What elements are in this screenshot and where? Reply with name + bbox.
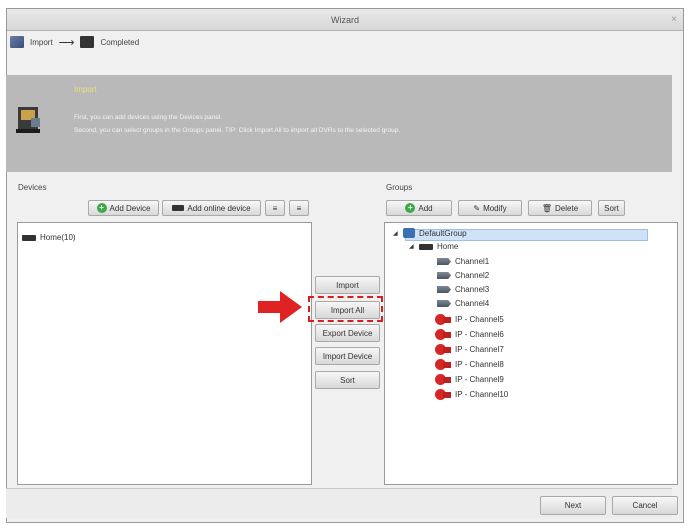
camera-icon xyxy=(437,258,451,265)
tree-node-ip-channel[interactable]: IP - Channel7 xyxy=(435,344,504,355)
list-item[interactable]: Home(10) xyxy=(22,233,76,242)
groups-label: Groups xyxy=(386,183,413,192)
channel-label: Channel4 xyxy=(455,299,490,308)
add-group-button[interactable]: + Add xyxy=(386,200,452,216)
ip-camera-icon xyxy=(435,344,451,355)
ip-camera-icon xyxy=(435,359,451,370)
banner-line-1: First, you can add devices using the Dev… xyxy=(74,114,223,121)
add-device-button[interactable]: + Add Device xyxy=(88,200,159,216)
add-device-label: Add Device xyxy=(109,203,151,213)
add-icon: + xyxy=(405,203,416,213)
camera-icon xyxy=(437,300,451,307)
channel-label: Channel3 xyxy=(455,285,490,294)
dvr-device-icon xyxy=(22,234,36,241)
banner-title: Import xyxy=(74,85,97,94)
close-icon[interactable]: × xyxy=(671,9,677,31)
tree-node-ip-channel[interactable]: IP - Channel8 xyxy=(435,359,504,370)
tree-node-channel[interactable]: Channel1 xyxy=(437,257,489,266)
filter-button[interactable]: ≡ xyxy=(265,200,285,216)
tree-node-ip-channel[interactable]: IP - Channel10 xyxy=(435,389,508,400)
modify-button[interactable]: ✎ Modify xyxy=(458,200,522,216)
title-bar: Wizard × xyxy=(7,9,683,31)
tree-node-default-group[interactable]: ◢ DefaultGroup xyxy=(393,228,467,238)
devices-panel[interactable]: Home(10) xyxy=(17,222,312,485)
cancel-button[interactable]: Cancel xyxy=(612,496,678,515)
dvr-device-icon xyxy=(419,243,433,250)
group-root-label: DefaultGroup xyxy=(419,228,467,238)
wizard-icon xyxy=(16,107,40,133)
groups-panel[interactable]: ◢ DefaultGroup ◢ Home Channel1 Channel2 … xyxy=(384,222,678,485)
export-device-button[interactable]: Export Device xyxy=(315,324,380,342)
pencil-icon: ✎ xyxy=(473,203,481,213)
ip-channel-label: IP - Channel8 xyxy=(455,360,504,369)
ip-channel-label: IP - Channel7 xyxy=(455,345,504,354)
tree-node-ip-channel[interactable]: IP - Channel5 xyxy=(435,314,504,325)
delete-label: Delete xyxy=(555,203,579,213)
tree-node-channel[interactable]: Channel4 xyxy=(437,299,489,308)
ip-camera-icon xyxy=(435,374,451,385)
ip-channel-label: IP - Channel6 xyxy=(455,330,504,339)
groups-sort-button[interactable]: Sort xyxy=(598,200,625,216)
add-online-device-label: Add online device xyxy=(187,203,251,213)
tree-node-channel[interactable]: Channel3 xyxy=(437,285,489,294)
info-banner: Import First, you can add devices using … xyxy=(6,75,672,172)
import-button[interactable]: Import xyxy=(315,276,380,294)
delete-button[interactable]: 🗑 Delete xyxy=(528,200,592,216)
device-label: Home(10) xyxy=(40,233,76,242)
banner-line-2: Second, you can select groups in the Gro… xyxy=(74,127,401,134)
devices-label: Devices xyxy=(18,183,47,192)
ip-camera-icon xyxy=(435,314,451,325)
wizard-steps: Import ⟶ Completed xyxy=(10,34,139,50)
camera-icon xyxy=(437,286,451,293)
expand-arrow-icon[interactable]: ◢ xyxy=(409,243,415,250)
group-icon xyxy=(403,228,415,238)
tree-node-home[interactable]: ◢ Home xyxy=(409,242,458,251)
refresh-button[interactable]: ≡ xyxy=(289,200,309,216)
ip-camera-icon xyxy=(435,389,451,400)
step-completed-label: Completed xyxy=(100,37,140,47)
ip-camera-icon xyxy=(435,329,451,340)
red-arrow-icon xyxy=(258,291,302,323)
online-device-icon xyxy=(172,205,185,211)
home-label: Home xyxy=(437,242,459,251)
next-button[interactable]: Next xyxy=(540,496,606,515)
channel-label: Channel1 xyxy=(455,257,490,266)
add-online-device-button[interactable]: Add online device xyxy=(162,200,261,216)
import-all-highlight xyxy=(308,296,383,322)
ip-channel-label: IP - Channel9 xyxy=(455,375,504,384)
modify-label: Modify xyxy=(483,203,507,213)
import-step-icon xyxy=(10,36,24,48)
tree-node-channel[interactable]: Channel2 xyxy=(437,271,489,280)
import-device-button[interactable]: Import Device xyxy=(315,347,380,365)
channel-label: Channel2 xyxy=(455,271,490,280)
step-import-label: Import xyxy=(30,37,53,47)
ip-channel-label: IP - Channel10 xyxy=(455,390,509,399)
middle-sort-button[interactable]: Sort xyxy=(315,371,380,389)
expand-arrow-icon[interactable]: ◢ xyxy=(393,230,399,237)
window-title: Wizard xyxy=(330,15,359,25)
add-group-label: Add xyxy=(418,203,433,213)
ip-channel-label: IP - Channel5 xyxy=(455,315,504,324)
trash-icon: 🗑 xyxy=(541,203,553,213)
camera-icon xyxy=(437,272,451,279)
add-icon: + xyxy=(96,203,107,213)
tree-node-ip-channel[interactable]: IP - Channel9 xyxy=(435,374,504,385)
completed-step-icon xyxy=(80,36,95,48)
tree-node-ip-channel[interactable]: IP - Channel6 xyxy=(435,329,504,340)
arrow-right-icon: ⟶ xyxy=(58,36,75,49)
